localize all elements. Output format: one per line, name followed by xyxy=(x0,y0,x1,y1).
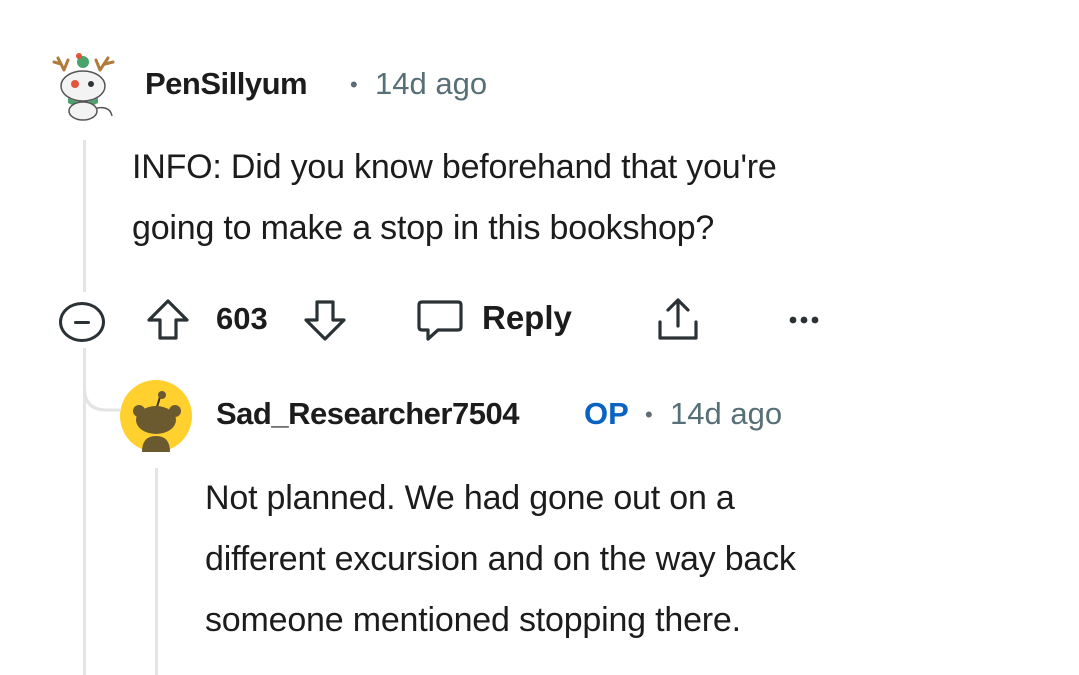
comment-bubble-icon xyxy=(417,300,463,341)
comment-body: Not planned. We had gone out on a differ… xyxy=(205,468,1065,651)
comment-body-line: Not planned. We had gone out on a xyxy=(205,479,735,517)
reply-label: Reply xyxy=(482,299,572,336)
thread-line-parent[interactable] xyxy=(83,140,86,292)
meta-separator: • xyxy=(350,72,358,97)
vote-count: 603 xyxy=(216,301,268,336)
collapse-thread-button[interactable] xyxy=(59,302,105,342)
comment-body-line: going to make a stop in this bookshop? xyxy=(132,209,715,247)
comment-timestamp[interactable]: 14d ago xyxy=(375,66,487,102)
avatar[interactable] xyxy=(120,380,192,452)
meta-separator: • xyxy=(645,402,653,427)
comment-author[interactable]: PenSillyum xyxy=(145,66,308,102)
op-badge: OP xyxy=(584,396,629,431)
comment-body: INFO: Did you know beforehand that you'r… xyxy=(132,137,1012,259)
downvote-arrow-icon[interactable] xyxy=(302,298,348,342)
more-dots-icon[interactable] xyxy=(786,310,822,330)
share-icon[interactable] xyxy=(654,296,702,344)
comment-body-line: INFO: Did you know beforehand that you'r… xyxy=(132,148,777,186)
collapse-minus-icon xyxy=(74,320,90,324)
reply-button[interactable]: Reply xyxy=(416,296,586,344)
snoo-reindeer-avatar-icon xyxy=(52,53,115,121)
avatar[interactable] xyxy=(50,48,120,124)
comment-body-line: someone mentioned stopping there. xyxy=(205,601,741,639)
snoo-default-avatar-icon xyxy=(120,380,192,452)
comment-body-line: different excursion and on the way back xyxy=(205,540,796,578)
upvote-arrow-icon[interactable] xyxy=(145,298,191,342)
thread-branch-connector xyxy=(83,348,120,412)
comment-timestamp[interactable]: 14d ago xyxy=(670,396,782,432)
thread-line-reply[interactable] xyxy=(155,468,158,675)
comment-author[interactable]: Sad_Researcher7504 xyxy=(216,396,519,432)
